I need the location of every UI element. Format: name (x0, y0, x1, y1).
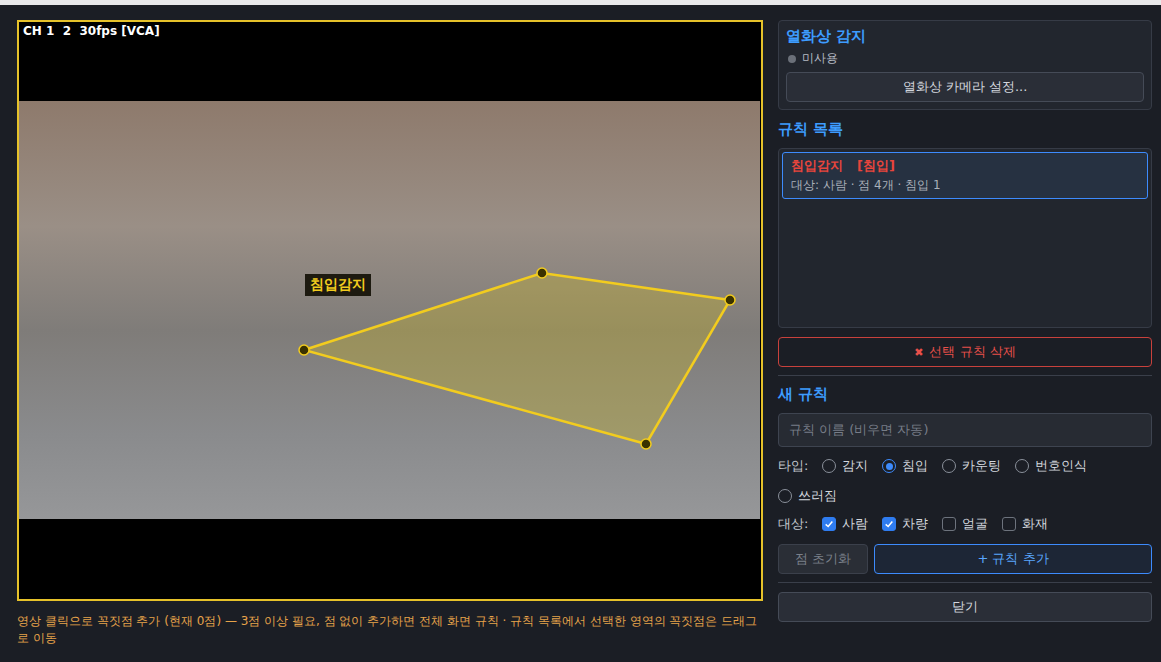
zone-polygon[interactable] (19, 101, 760, 519)
camera-frame[interactable]: 침입감지 (19, 101, 760, 519)
channel-overlay: CH 1 2 30fps [VCA] (23, 24, 160, 38)
vertex-handle[interactable] (299, 345, 309, 355)
target-checkbox[interactable]: 차량 (882, 515, 928, 533)
new-rule-title: 새 규칙 (778, 385, 1152, 404)
radio-icon (822, 459, 836, 473)
vertex-handle[interactable] (641, 439, 651, 449)
thermal-title: 열화상 감지 (786, 27, 1144, 46)
zone-area[interactable] (304, 273, 730, 444)
checkbox-icon (1002, 517, 1016, 531)
rule-item[interactable]: 침입감지[침입] 대상: 사람 · 점 4개 · 침입 1 (782, 152, 1148, 199)
status-dot-icon (788, 55, 796, 63)
thermal-settings-button[interactable]: 열화상 카메라 설정... (786, 72, 1144, 102)
radio-icon (1015, 459, 1029, 473)
settings-panel: 열화상 감지 미사용 열화상 카메라 설정... 규칙 목록 침입감지[침입] … (778, 20, 1152, 647)
target-group: 대상: 사람 차량 얼굴 화재 (778, 515, 1152, 533)
target-checkbox[interactable]: 사람 (822, 515, 868, 533)
checkbox-icon (942, 517, 956, 531)
checkbox-icon (822, 517, 836, 531)
radio-icon (778, 489, 792, 503)
add-rule-button[interactable]: + 규칙 추가 (874, 544, 1152, 574)
radio-icon (942, 459, 956, 473)
target-checkbox[interactable]: 화재 (1002, 515, 1048, 533)
type-radio[interactable]: 카운팅 (942, 457, 1001, 475)
action-row: 점 초기화 + 규칙 추가 (778, 544, 1152, 574)
reset-points-button[interactable]: 점 초기화 (778, 544, 868, 574)
thermal-status: 미사용 (788, 50, 1144, 67)
delete-rule-button[interactable]: ✖ 선택 규칙 삭제 (778, 337, 1152, 367)
zone-label: 침입감지 (305, 274, 371, 296)
hint-text: 영상 클릭으로 꼭짓점 추가 (현재 0점) — 3점 이상 필요, 점 없이 … (17, 613, 763, 647)
radio-icon (882, 459, 896, 473)
rule-list: 침입감지[침입] 대상: 사람 · 점 4개 · 침입 1 (778, 148, 1152, 328)
video-view[interactable]: CH 1 2 30fps [VCA] 침입감지 (17, 20, 763, 601)
vca-dialog: CH 1 2 30fps [VCA] 침입감지 영상 클릭으로 꼭짓점 추가 (… (0, 5, 1161, 647)
target-checkbox[interactable]: 얼굴 (942, 515, 988, 533)
video-column: CH 1 2 30fps [VCA] 침입감지 영상 클릭으로 꼭짓점 추가 (… (17, 20, 763, 647)
close-button[interactable]: 닫기 (778, 592, 1152, 622)
type-radio[interactable]: 번호인식 (1015, 457, 1087, 475)
rule-name-input[interactable]: 규칙 이름 (비우면 자동) (778, 413, 1152, 447)
type-radio[interactable]: 침입 (882, 457, 928, 475)
vertex-handle[interactable] (537, 268, 547, 278)
rules-title: 규칙 목록 (778, 120, 1152, 139)
type-group: 타입: 감지 침입 카운팅 번호인식 쓰러짐 (778, 457, 1152, 505)
window-top-strip (0, 0, 1161, 5)
checkbox-icon (882, 517, 896, 531)
delete-icon: ✖ (914, 346, 923, 359)
type-radio[interactable]: 감지 (822, 457, 868, 475)
type-radio[interactable]: 쓰러짐 (778, 487, 837, 505)
vertex-handle[interactable] (725, 295, 735, 305)
thermal-card: 열화상 감지 미사용 열화상 카메라 설정... (778, 20, 1152, 110)
